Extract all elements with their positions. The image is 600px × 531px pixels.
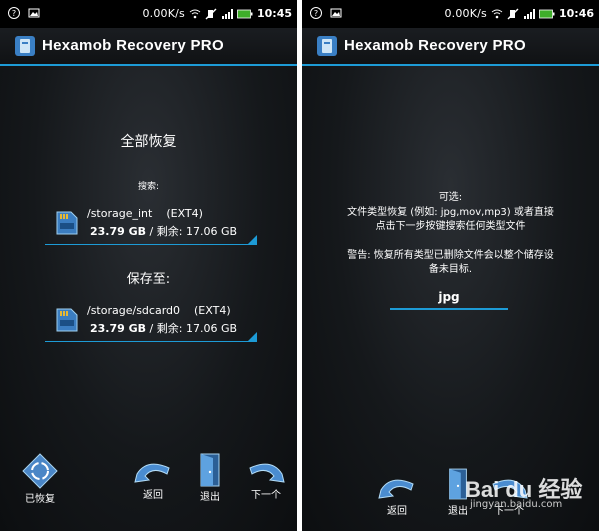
question-icon: ? xyxy=(8,7,20,19)
back-button[interactable]: 返回 xyxy=(374,472,420,517)
back-label: 返回 xyxy=(143,490,163,501)
next-arrow-icon xyxy=(249,463,285,483)
target-storage-selector[interactable]: /storage/sdcard0 (EXT4) 23.79 GB / 剩余: 1… xyxy=(45,301,257,342)
battery-icon xyxy=(539,9,555,18)
recovered-label: 已恢复 xyxy=(25,494,55,505)
back-label: 返回 xyxy=(387,506,407,517)
signal-icon xyxy=(221,8,233,19)
recovered-button[interactable]: 已恢复 xyxy=(14,452,66,505)
svg-text:?: ? xyxy=(314,9,318,18)
exit-button[interactable]: 退出 xyxy=(188,452,232,503)
wifi-icon xyxy=(491,9,503,18)
exit-label: 退出 xyxy=(448,506,468,517)
status-time: 10:46 xyxy=(558,7,594,20)
exit-label: 退出 xyxy=(200,492,220,503)
search-label: 搜索: xyxy=(137,182,160,192)
status-time: 10:45 xyxy=(256,7,292,20)
file-type-input[interactable]: jpg xyxy=(390,288,508,310)
dropdown-corner-indicator xyxy=(248,235,257,244)
image-notification-icon xyxy=(28,8,40,18)
optional-label: 可选: xyxy=(438,192,463,203)
page-heading: 全部恢复 xyxy=(120,134,177,150)
recycle-icon xyxy=(22,453,58,489)
warning-line2: 备未目标. xyxy=(428,264,473,275)
app-title: Hexamob Recovery PRO xyxy=(42,37,224,54)
target-size: 23.79 GB / 剩余: 17.06 GB xyxy=(90,322,238,335)
next-button[interactable]: 下一个 xyxy=(241,456,291,501)
question-icon: ? xyxy=(310,7,322,19)
mute-icon xyxy=(507,8,519,19)
hexamob-app-icon xyxy=(15,36,35,56)
baidu-watermark-url: jingyan.baidu.com xyxy=(470,499,563,510)
save-to-label: 保存至: xyxy=(126,272,171,287)
app-title-bar: Hexamob Recovery PRO xyxy=(302,28,599,66)
status-bar: ? 0.00K/s 10:46 xyxy=(302,0,599,28)
screen-right: ? 0.00K/s 10:46 Hexamob Recovery PRO 可选:… xyxy=(302,0,599,531)
back-arrow-icon xyxy=(378,479,414,499)
warning-line1: 警告: 恢复所有类型已删除文件会以整个储存设 xyxy=(347,250,554,261)
network-speed: 0.00K/s xyxy=(142,7,185,20)
hexamob-app-icon xyxy=(317,36,337,56)
source-size: 23.79 GB / 剩余: 17.06 GB xyxy=(90,225,238,238)
battery-icon xyxy=(237,9,253,18)
source-path: /storage_int (EXT4) xyxy=(87,207,203,220)
wifi-icon xyxy=(189,9,201,18)
screen-left: ? 0.00K/s 10:45 Hexamob Recovery PRO 全部恢… xyxy=(0,0,297,531)
source-storage-selector[interactable]: /storage_int (EXT4) 23.79 GB / 剩余: 17.06… xyxy=(45,204,257,245)
back-button[interactable]: 返回 xyxy=(130,456,176,501)
target-path: /storage/sdcard0 (EXT4) xyxy=(87,304,231,317)
image-notification-icon xyxy=(330,8,342,18)
status-bar: ? 0.00K/s 10:45 xyxy=(0,0,297,28)
app-title: Hexamob Recovery PRO xyxy=(344,37,526,54)
file-type-description-line2: 点击下一步按键搜索任何类型文件 xyxy=(375,221,526,232)
sd-card-icon xyxy=(56,308,78,332)
back-arrow-icon xyxy=(134,463,170,483)
app-title-bar: Hexamob Recovery PRO xyxy=(0,28,297,66)
network-speed: 0.00K/s xyxy=(444,7,487,20)
mute-icon xyxy=(205,8,217,19)
svg-text:?: ? xyxy=(12,9,16,18)
dropdown-corner-indicator xyxy=(248,332,257,341)
signal-icon xyxy=(523,8,535,19)
next-label: 下一个 xyxy=(251,490,281,501)
exit-door-icon xyxy=(200,453,220,487)
sd-card-icon xyxy=(56,211,78,235)
file-type-description-line1: 文件类型恢复 (例如: jpg,mov,mp3) 或者直接 xyxy=(347,207,554,218)
